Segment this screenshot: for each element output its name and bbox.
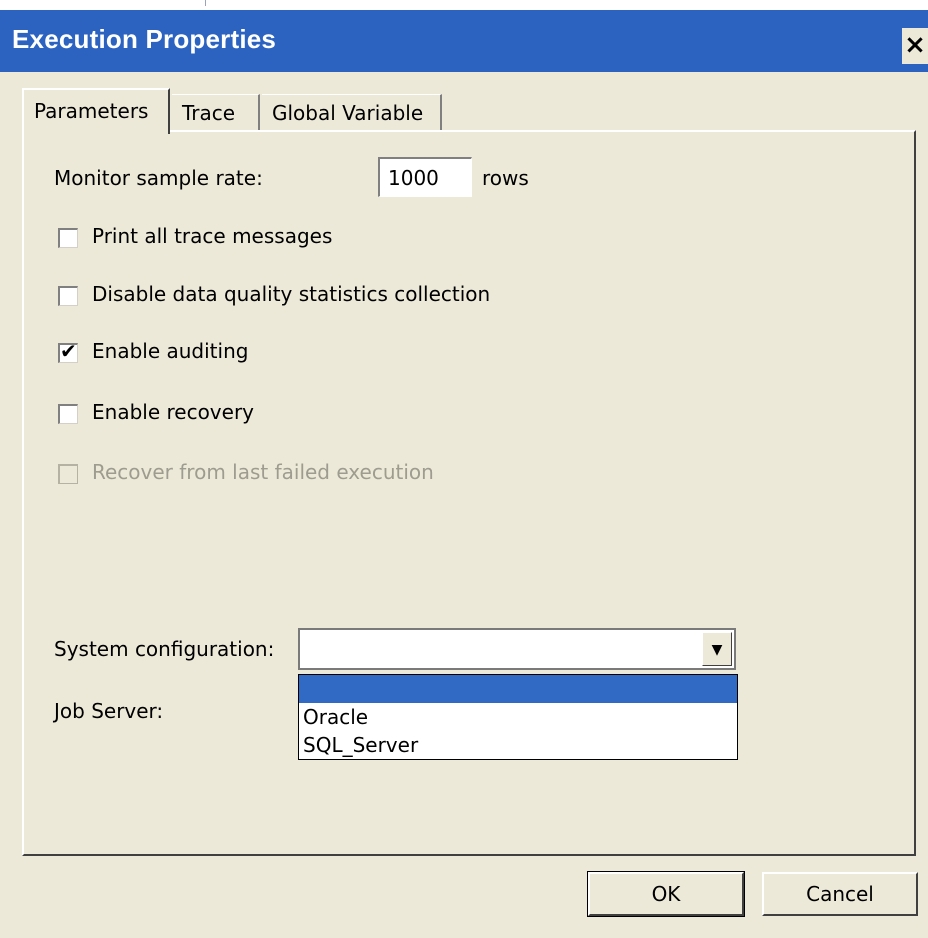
system-configuration-select[interactable]: ▼ [298,628,736,670]
enable-auditing-checkbox[interactable]: ✔ [58,339,78,363]
monitor-sample-rate-unit: rows [482,166,529,190]
window-title: Execution Properties [12,24,277,54]
title-bar[interactable]: Execution Properties × [0,10,928,72]
ok-button[interactable]: OK [587,871,745,917]
enable-recovery-checkbox[interactable] [58,404,78,424]
monitor-sample-rate-field[interactable] [380,159,471,196]
disable-dq-statistics-checkbox[interactable] [58,286,78,306]
background-window-fragment [205,0,306,6]
disable-dq-statistics-label[interactable]: Disable data quality statistics collecti… [92,282,490,306]
dropdown-option-empty[interactable] [299,675,737,703]
print-all-trace-messages-label[interactable]: Print all trace messages [92,224,332,248]
system-configuration-dropdown-list: Oracle SQL_Server [298,674,738,760]
checkmark-icon: ✔ [60,339,77,363]
recover-from-last-failed-label: Recover from last failed execution [92,460,434,484]
tab-trace[interactable]: Trace [172,94,260,132]
top-edge-strip [0,0,928,10]
tab-global-variable[interactable]: Global Variable [262,94,442,132]
chevron-down-icon: ▼ [711,642,723,658]
print-all-trace-messages-checkbox[interactable] [58,228,78,248]
dropdown-arrow-button[interactable]: ▼ [702,632,732,666]
job-server-label: Job Server: [54,699,164,723]
tab-parameters[interactable]: Parameters [22,88,170,134]
dropdown-option-oracle[interactable]: Oracle [299,703,737,731]
monitor-sample-rate-input[interactable] [378,157,472,197]
dropdown-option-sql-server[interactable]: SQL_Server [299,731,737,759]
recover-from-last-failed-checkbox [58,464,78,484]
system-configuration-label: System configuration: [54,637,275,661]
close-icon[interactable]: × [902,28,928,64]
cancel-button[interactable]: Cancel [762,872,918,916]
enable-auditing-label[interactable]: Enable auditing [92,339,248,363]
monitor-sample-rate-label: Monitor sample rate: [54,166,263,190]
enable-recovery-label[interactable]: Enable recovery [92,400,254,424]
